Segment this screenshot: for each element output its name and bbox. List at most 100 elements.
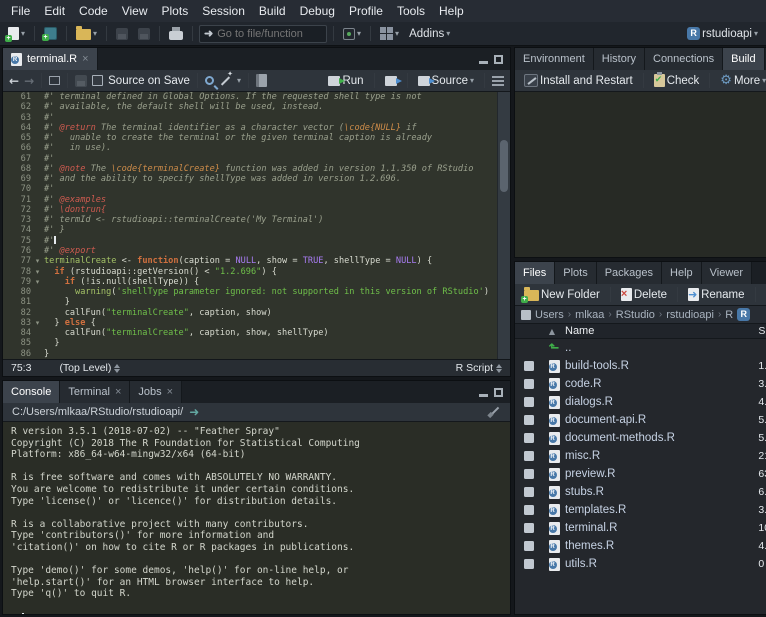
delete-button[interactable]: × Delete (618, 286, 670, 303)
file-row[interactable]: Rtemplates.R3.3 KB (515, 501, 766, 519)
build-tab-history[interactable]: History (594, 48, 645, 70)
close-icon[interactable]: × (82, 54, 88, 65)
file-name[interactable]: themes.R (565, 540, 758, 552)
line-number[interactable]: 73 (3, 215, 31, 225)
clear-console-icon[interactable] (487, 405, 501, 419)
file-name[interactable]: stubs.R (565, 486, 758, 498)
goto-directory-icon[interactable]: ➜ (189, 405, 199, 419)
source-on-save-checkbox[interactable] (92, 75, 103, 86)
goto-file-input[interactable] (217, 28, 322, 40)
line-number[interactable]: 81 (3, 297, 31, 307)
project-selector[interactable]: R rstudioapi ▾ (684, 25, 761, 42)
line-number[interactable]: 86 (3, 349, 31, 359)
menu-tools[interactable]: Tools (390, 1, 432, 21)
maximize-icon[interactable] (494, 55, 503, 64)
console-tab-console[interactable]: Console (3, 381, 60, 403)
files-tab-plots[interactable]: Plots (555, 262, 596, 284)
rename-button[interactable]: ➜ Rename (685, 286, 747, 303)
console-tab-terminal[interactable]: Terminal× (60, 381, 130, 403)
scope-selector[interactable]: (Top Level) (59, 362, 120, 374)
editor-tab-terminal-r[interactable]: Rterminal.R× (3, 48, 98, 70)
file-name[interactable]: .. (565, 342, 758, 354)
filetype-selector[interactable]: R Script (456, 362, 502, 374)
breadcrumb-item-rstudio[interactable]: RStudio (616, 309, 655, 321)
file-checkbox[interactable] (524, 523, 534, 533)
line-number[interactable]: 79 (3, 277, 31, 287)
addins-button[interactable]: Addins ▾ (406, 26, 453, 42)
source-button[interactable]: Source ▾ (415, 73, 477, 89)
line-number[interactable]: 65 (3, 133, 31, 143)
file-checkbox[interactable] (524, 541, 534, 551)
line-number[interactable]: 67 (3, 154, 31, 164)
menu-code[interactable]: Code (72, 1, 115, 21)
file-name[interactable]: templates.R (565, 504, 758, 516)
file-row[interactable]: Rmisc.R210 B (515, 447, 766, 465)
file-row[interactable]: ⬑.. (515, 339, 766, 357)
line-number[interactable]: 64 (3, 123, 31, 133)
open-file-button[interactable]: ▾ (73, 25, 100, 42)
fold-marker-icon[interactable]: ▾ (31, 318, 44, 328)
line-number[interactable]: 82 (3, 308, 31, 318)
menu-build[interactable]: Build (252, 1, 293, 21)
breadcrumb-item-users[interactable]: Users (535, 309, 564, 321)
name-column-header[interactable]: Name (565, 325, 758, 337)
file-name[interactable]: build-tools.R (565, 360, 758, 372)
forward-icon[interactable]: → (24, 74, 34, 88)
print-button[interactable] (166, 26, 186, 42)
line-number[interactable]: 84 (3, 328, 31, 338)
goto-file-search[interactable]: ➜ (199, 25, 327, 43)
file-checkbox[interactable] (524, 469, 534, 479)
new-file-button[interactable]: + ▾ (5, 25, 28, 42)
file-checkbox[interactable] (524, 505, 534, 515)
build-tab-environment[interactable]: Environment (515, 48, 594, 70)
file-row[interactable]: Rdocument-api.R5.6 KB (515, 411, 766, 429)
menu-session[interactable]: Session (195, 1, 252, 21)
files-tab-viewer[interactable]: Viewer (702, 262, 752, 284)
line-number[interactable]: 83 (3, 318, 31, 328)
version-control-button[interactable]: ▾ (340, 26, 364, 42)
run-button[interactable]: Run (325, 73, 366, 89)
save-button[interactable] (113, 26, 131, 42)
close-icon[interactable]: × (115, 387, 121, 398)
line-number[interactable]: 62 (3, 102, 31, 112)
maximize-icon[interactable] (494, 388, 503, 397)
close-icon[interactable]: × (167, 387, 173, 398)
fold-marker-icon[interactable]: ▾ (31, 267, 44, 277)
file-row[interactable]: Rbuild-tools.R1.5 KB (515, 357, 766, 375)
menu-file[interactable]: File (4, 1, 37, 21)
file-checkbox[interactable] (524, 361, 534, 371)
working-directory-path[interactable]: C:/Users/mlkaa/RStudio/rstudioapi/ (12, 406, 183, 418)
line-number[interactable]: 66 (3, 143, 31, 153)
file-row[interactable]: Rutils.R0 B (515, 555, 766, 573)
files-more-button[interactable]: ⚙ More ▾ (763, 286, 766, 303)
line-number[interactable]: 74 (3, 225, 31, 235)
files-tab-files[interactable]: Files (515, 262, 555, 284)
line-number[interactable]: 70 (3, 184, 31, 194)
line-number[interactable]: 80 (3, 287, 31, 297)
files-tab-help[interactable]: Help (662, 262, 702, 284)
file-name[interactable]: document-api.R (565, 414, 758, 426)
file-name[interactable]: code.R (565, 378, 758, 390)
scrollbar-thumb[interactable] (500, 140, 508, 192)
file-row[interactable]: Rpreview.R637 B (515, 465, 766, 483)
file-checkbox[interactable] (524, 451, 534, 461)
select-all-checkbox[interactable] (521, 310, 531, 320)
new-project-button[interactable]: + (41, 25, 60, 42)
file-row[interactable]: Rstubs.R6.6 KB (515, 483, 766, 501)
file-name[interactable]: preview.R (565, 468, 758, 480)
file-row[interactable]: Rdialogs.R4.1 KB (515, 393, 766, 411)
file-row[interactable]: Rcode.R3.5 KB (515, 375, 766, 393)
check-button[interactable]: Check (651, 72, 703, 89)
line-number[interactable]: 61 (3, 92, 31, 102)
menu-edit[interactable]: Edit (37, 1, 72, 21)
find-replace-icon[interactable] (205, 76, 214, 85)
file-name[interactable]: document-methods.R (565, 432, 758, 444)
line-number[interactable]: 63 (3, 113, 31, 123)
save-all-button[interactable] (135, 26, 153, 42)
code-editor[interactable]: 61#' terminal defined in Global Options.… (3, 92, 510, 359)
file-name[interactable]: terminal.R (565, 522, 758, 534)
file-name[interactable]: misc.R (565, 450, 758, 462)
file-row[interactable]: Rterminal.R10.6 K (515, 519, 766, 537)
file-name[interactable]: utils.R (565, 558, 758, 570)
line-number[interactable]: 69 (3, 174, 31, 184)
